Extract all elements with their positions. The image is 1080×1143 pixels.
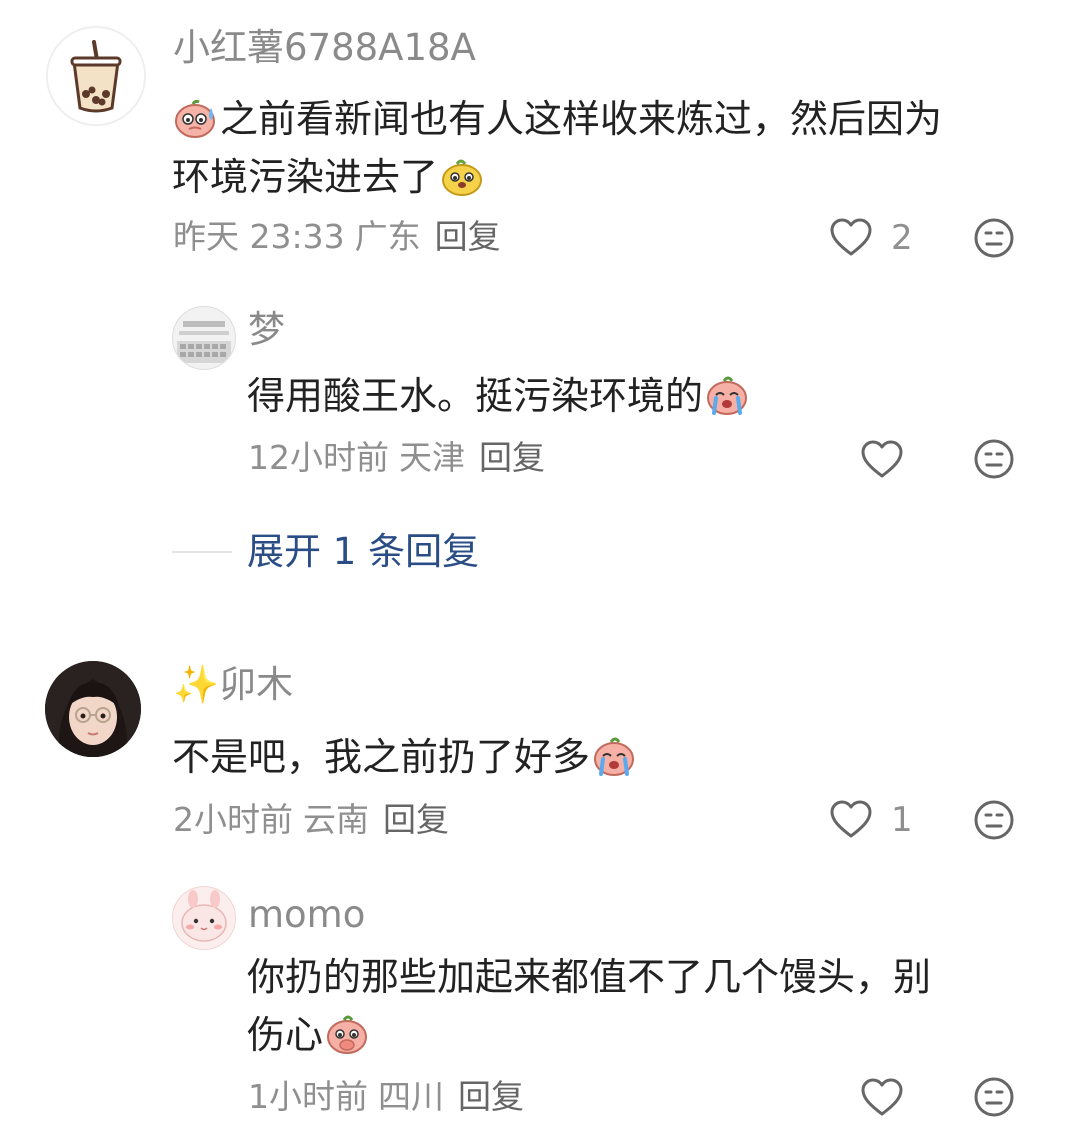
crying-peach-emoji-icon bbox=[594, 737, 635, 776]
comment-username[interactable]: ✨卯木 bbox=[173, 663, 293, 707]
avatar[interactable] bbox=[45, 661, 141, 757]
heart-icon bbox=[861, 1078, 903, 1116]
avatar[interactable] bbox=[172, 306, 236, 370]
heart-icon bbox=[830, 800, 872, 838]
comment-text: 之前看新闻也有人这样收来炼过，然后因为 环境污染进去了 bbox=[172, 90, 1032, 206]
pink-bunny-avatar-icon bbox=[173, 887, 235, 949]
heart-icon bbox=[861, 440, 903, 478]
reply-meta: 1小时前 四川 回复 bbox=[248, 1077, 524, 1117]
reply-location: 四川 bbox=[378, 1077, 444, 1116]
like-button[interactable]: 2 bbox=[829, 216, 913, 260]
reply-text: 你扔的那些加起来都值不了几个馒头，别 伤心 bbox=[247, 955, 932, 1057]
like-button[interactable]: 1 bbox=[829, 798, 913, 842]
comment-text: 不是吧，我之前扔了好多 bbox=[172, 728, 1032, 786]
comment-location: 云南 bbox=[303, 800, 369, 839]
dislike-face-icon[interactable] bbox=[973, 799, 1015, 841]
comment-meta: 2小时前 云南 回复 bbox=[173, 800, 449, 840]
reply-time: 12小时前 bbox=[248, 438, 389, 477]
dislike-face-icon[interactable] bbox=[973, 217, 1015, 259]
avatar[interactable] bbox=[46, 26, 146, 126]
expand-divider bbox=[172, 551, 232, 553]
comment-username[interactable]: 小红薯6788A18A bbox=[173, 26, 476, 70]
shy-peach-emoji-icon bbox=[327, 1015, 368, 1054]
like-button[interactable] bbox=[860, 438, 904, 482]
reply-username[interactable]: 梦 bbox=[248, 308, 285, 352]
sweat-face-emoji-icon bbox=[175, 99, 215, 138]
comment-meta: 昨天 23:33 广东 回复 bbox=[173, 217, 501, 257]
yellow-doggo-emoji-icon bbox=[442, 159, 483, 196]
reply-button[interactable]: 回复 bbox=[458, 1077, 524, 1116]
avatar[interactable] bbox=[172, 886, 236, 950]
girl-photo-avatar-icon bbox=[45, 661, 141, 757]
like-button[interactable] bbox=[860, 1076, 904, 1120]
comment-time: 2小时前 bbox=[173, 800, 293, 839]
like-count: 1 bbox=[891, 800, 913, 840]
keyboard-photo-avatar-icon bbox=[173, 307, 235, 369]
crying-peach-emoji-icon bbox=[707, 376, 748, 415]
reply-text: 得用酸王水。挺污染环境的 bbox=[247, 367, 1027, 425]
dislike-face-icon[interactable] bbox=[973, 1076, 1015, 1118]
reply-meta: 12小时前 天津 回复 bbox=[248, 438, 545, 478]
reply-button[interactable]: 回复 bbox=[383, 800, 449, 839]
reply-button[interactable]: 回复 bbox=[479, 438, 545, 477]
comment-time: 昨天 23:33 bbox=[173, 217, 345, 256]
reply-location: 天津 bbox=[399, 438, 465, 477]
reply-time: 1小时前 bbox=[248, 1077, 368, 1116]
like-count: 2 bbox=[891, 218, 913, 258]
heart-icon bbox=[830, 218, 872, 256]
expand-replies-button[interactable]: 展开 1 条回复 bbox=[247, 530, 479, 574]
bubble-tea-avatar-icon bbox=[48, 28, 144, 124]
reply-username[interactable]: momo bbox=[248, 893, 365, 937]
reply-button[interactable]: 回复 bbox=[435, 217, 501, 256]
dislike-face-icon[interactable] bbox=[973, 438, 1015, 480]
comment-location: 广东 bbox=[354, 217, 421, 256]
